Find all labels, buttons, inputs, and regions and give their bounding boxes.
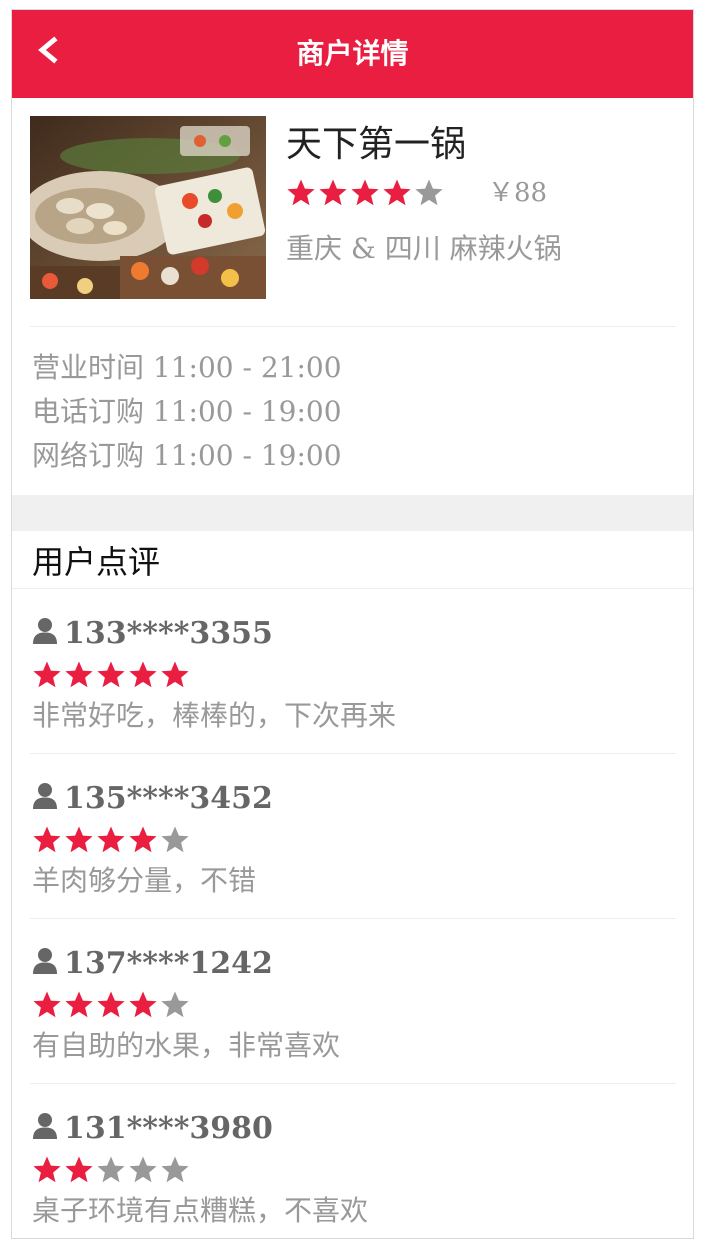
star-filled-icon	[97, 661, 125, 688]
hours-online-order: 网络订购 11:00 - 19:00	[32, 439, 342, 472]
star-filled-icon	[97, 991, 125, 1018]
review-username: 135****3452	[64, 781, 273, 816]
review-user: 135****3452	[32, 779, 676, 819]
hours-business: 营业时间 11:00 - 21:00	[32, 351, 342, 384]
merchant-price: ￥88	[488, 178, 548, 208]
user-icon	[33, 1113, 57, 1139]
review-rating	[32, 658, 676, 692]
review-item: 133****3355 非常好吃，棒棒的，下次再来	[32, 614, 676, 736]
star-filled-icon	[383, 179, 411, 206]
star-filled-icon	[161, 661, 189, 688]
review-text: 有自助的水果，非常喜欢	[32, 1029, 341, 1062]
star-filled-icon	[287, 179, 315, 206]
divider	[30, 918, 676, 919]
star-empty-icon	[129, 1156, 157, 1183]
review-rating	[32, 823, 676, 857]
star-filled-icon	[65, 1156, 93, 1183]
hours-phone-order: 电话订购 11:00 - 19:00	[32, 395, 342, 428]
star-filled-icon	[129, 991, 157, 1018]
review-username: 131****3980	[64, 1111, 273, 1146]
merchant-photo[interactable]	[30, 116, 266, 299]
business-hours: 营业时间 11:00 - 21:00 电话订购 11:00 - 19:00 网络…	[32, 346, 342, 478]
star-empty-icon	[161, 1156, 189, 1183]
review-text: 羊肉够分量，不错	[32, 864, 257, 897]
review-rating	[32, 1153, 676, 1187]
merchant-rating	[286, 178, 444, 208]
merchant-name: 天下第一锅	[286, 124, 467, 165]
divider	[30, 326, 676, 327]
star-filled-icon	[65, 826, 93, 853]
star-empty-icon	[161, 826, 189, 853]
divider	[30, 753, 676, 754]
star-filled-icon	[33, 1156, 61, 1183]
review-user: 133****3355	[32, 614, 676, 654]
merchant-category: 重庆 & 四川 麻辣火锅	[286, 232, 562, 265]
user-icon	[33, 618, 57, 644]
navbar: 商户详情	[12, 10, 693, 98]
page-title: 商户详情	[296, 37, 409, 70]
star-filled-icon	[129, 826, 157, 853]
review-username: 133****3355	[64, 616, 273, 651]
review-user: 137****1242	[32, 944, 676, 984]
star-empty-icon	[161, 991, 189, 1018]
star-filled-icon	[319, 179, 347, 206]
user-icon	[33, 948, 57, 974]
star-filled-icon	[97, 826, 125, 853]
review-username: 137****1242	[64, 946, 273, 981]
star-filled-icon	[129, 661, 157, 688]
divider	[12, 588, 693, 589]
star-filled-icon	[65, 991, 93, 1018]
divider	[30, 1083, 676, 1084]
star-empty-icon	[415, 179, 443, 206]
food-photo	[30, 116, 266, 299]
review-user: 131****3980	[32, 1109, 676, 1149]
review-text: 非常好吃，棒棒的，下次再来	[32, 699, 397, 732]
star-filled-icon	[65, 661, 93, 688]
star-filled-icon	[33, 661, 61, 688]
star-filled-icon	[33, 826, 61, 853]
reviews-heading: 用户点评	[32, 543, 161, 581]
review-item: 137****1242 有自助的水果，非常喜欢	[32, 944, 676, 1066]
review-rating	[32, 988, 676, 1022]
star-filled-icon	[33, 991, 61, 1018]
star-empty-icon	[97, 1156, 125, 1183]
review-text: 桌子环境有点糟糕，不喜欢	[32, 1194, 369, 1227]
app-frame: 商户详情 天下第一锅 ￥88 重庆 & 四川 麻辣火锅 营业时间 11:00 -…	[11, 9, 694, 1239]
user-icon	[33, 783, 57, 809]
section-gap	[12, 495, 693, 531]
review-item: 135****3452 羊肉够分量，不错	[32, 779, 676, 901]
star-filled-icon	[351, 179, 379, 206]
review-item: 131****3980 桌子环境有点糟糕，不喜欢	[32, 1109, 676, 1231]
